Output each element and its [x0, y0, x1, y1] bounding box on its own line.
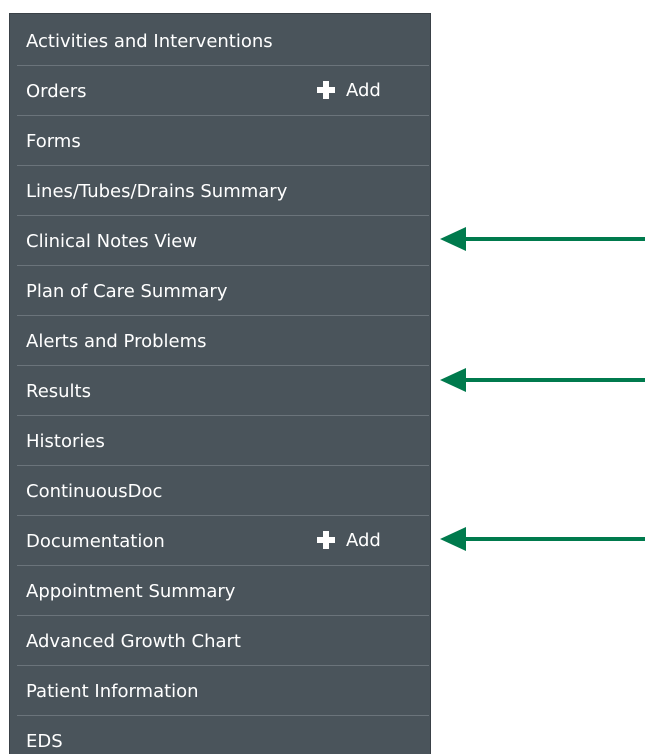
navigation-menu: Activities and Interventions Orders Add …: [9, 13, 431, 754]
menu-item-alerts-and-problems[interactable]: Alerts and Problems: [17, 316, 429, 366]
add-label: Add: [346, 79, 381, 101]
documentation-add-button[interactable]: Add: [317, 516, 381, 564]
menu-item-label: Alerts and Problems: [26, 330, 207, 352]
menu-item-histories[interactable]: Histories: [17, 416, 429, 466]
orders-add-button[interactable]: Add: [317, 66, 381, 114]
arrow-left-icon: [440, 227, 645, 251]
menu-item-lines-tubes-drains-summary[interactable]: Lines/Tubes/Drains Summary: [17, 166, 429, 216]
plus-icon: [317, 531, 335, 549]
menu-item-label: Results: [26, 380, 91, 402]
menu-item-orders[interactable]: Orders Add: [17, 66, 429, 116]
arrow-left-icon: [440, 368, 645, 392]
plus-icon: [317, 81, 335, 99]
menu-item-label: Orders: [26, 80, 87, 102]
menu-item-label: Patient Information: [26, 680, 199, 702]
menu-item-label: Clinical Notes View: [26, 230, 198, 252]
menu-item-label: Histories: [26, 430, 105, 452]
menu-item-continuousdoc[interactable]: ContinuousDoc: [17, 466, 429, 516]
menu-item-eds[interactable]: EDS: [17, 716, 429, 754]
menu-item-clinical-notes-view[interactable]: Clinical Notes View: [17, 216, 429, 266]
menu-item-forms[interactable]: Forms: [17, 116, 429, 166]
menu-item-label: Forms: [26, 130, 81, 152]
screenshot-page: Activities and Interventions Orders Add …: [0, 0, 648, 754]
menu-item-label: Advanced Growth Chart: [26, 630, 241, 652]
menu-item-label: Activities and Interventions: [26, 30, 273, 52]
menu-item-patient-information[interactable]: Patient Information: [17, 666, 429, 716]
menu-item-label: Lines/Tubes/Drains Summary: [26, 180, 288, 202]
arrow-left-icon: [440, 527, 645, 551]
menu-item-results[interactable]: Results: [17, 366, 429, 416]
menu-item-label: Documentation: [26, 530, 165, 552]
menu-item-plan-of-care-summary[interactable]: Plan of Care Summary: [17, 266, 429, 316]
menu-item-appointment-summary[interactable]: Appointment Summary: [17, 566, 429, 616]
menu-item-label: ContinuousDoc: [26, 480, 163, 502]
menu-item-label: Plan of Care Summary: [26, 280, 228, 302]
add-label: Add: [346, 529, 381, 551]
menu-item-documentation[interactable]: Documentation Add: [17, 516, 429, 566]
menu-item-label: Appointment Summary: [26, 580, 236, 602]
menu-item-advanced-growth-chart[interactable]: Advanced Growth Chart: [17, 616, 429, 666]
menu-item-label: EDS: [26, 730, 63, 752]
menu-item-activities-and-interventions[interactable]: Activities and Interventions: [17, 16, 429, 66]
